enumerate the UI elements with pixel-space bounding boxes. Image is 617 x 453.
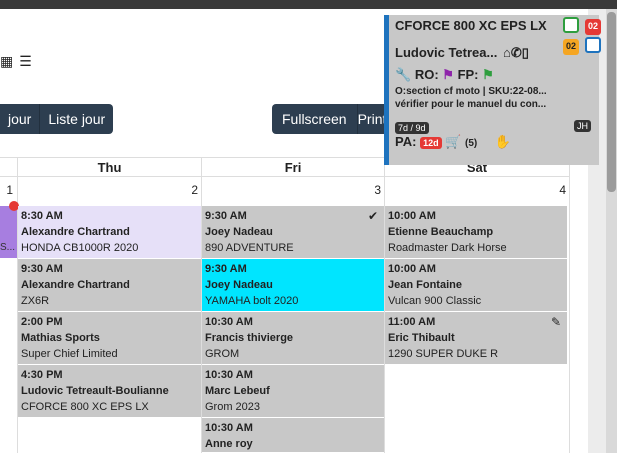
green-calendar-icon[interactable] <box>563 17 579 33</box>
calendar-event[interactable]: 9:30 AM Joey Nadeau YAMAHA bolt 2020 <box>202 259 384 312</box>
event-client: Ludovic Tetreault-Boulianne <box>21 385 169 397</box>
col-divider <box>569 177 570 453</box>
event-client: Alexandre Chartrand <box>21 279 130 291</box>
event-vehicle: ZX6R <box>21 295 50 307</box>
event-vehicle: Super Chief Limited <box>21 348 118 360</box>
top-bar <box>0 0 617 9</box>
ro-flag-icon: ⚑ <box>442 67 454 82</box>
days-tag: 7d / 9d <box>395 122 429 134</box>
event-time: 11:00 AM <box>388 316 436 328</box>
event-time: 9:30 AM <box>205 210 247 222</box>
event-client: Joey Nadeau <box>205 226 273 238</box>
day-number[interactable]: 3 <box>361 183 381 197</box>
event-time: 4:30 PM <box>21 369 63 381</box>
calendar-event[interactable]: 10:00 AM Etienne Beauchamp Roadmaster Da… <box>385 206 567 259</box>
calendar-event[interactable]: 4:30 PM Ludovic Tetreault-Boulianne CFOR… <box>18 365 201 418</box>
event-time: 2:00 PM <box>21 316 63 328</box>
orange-calendar-badge[interactable]: 02 <box>563 39 579 55</box>
red-calendar-badge[interactable]: 02 <box>585 19 601 35</box>
event-vehicle: 1290 SUPER DUKE R <box>388 348 499 360</box>
blue-calendar-icon[interactable] <box>585 37 601 53</box>
col-header-thu: Thu <box>18 157 202 177</box>
pa-label: PA: <box>395 134 417 149</box>
event-vehicle: Grom 2023 <box>205 401 261 413</box>
event-vehicle: GROM <box>205 348 240 360</box>
event-client: Marc Lebeuf <box>205 385 270 397</box>
ro-label: RO: <box>414 67 439 82</box>
event-vehicle: CFORCE 800 XC EPS LX <box>21 401 149 413</box>
day-number[interactable]: 4 <box>546 183 566 197</box>
event-vehicle: YAMAHA bolt 2020 <box>205 295 299 307</box>
fullscreen-button[interactable]: Fullscreen <box>272 104 357 134</box>
event-detail-popup[interactable]: CFORCE 800 XC EPS LX Ludovic Tetrea... ⌂… <box>384 15 601 165</box>
day-view-button[interactable]: jour <box>0 104 40 134</box>
event-client: Alexandre Chartrand <box>21 226 130 238</box>
calendar-event[interactable]: 8:30 AM Alexandre Chartrand HONDA CB1000… <box>18 206 201 259</box>
phone-icon[interactable]: ✆ <box>511 45 522 60</box>
calendar-event[interactable]: 9:30 AM Joey Nadeau 890 ADVENTURE ✔ <box>202 206 384 259</box>
event-vehicle: HONDA CB1000R 2020 <box>21 242 139 254</box>
event-time: 10:30 AM <box>205 369 253 381</box>
event-time: 10:00 AM <box>388 210 436 222</box>
col-header-prev <box>0 157 18 177</box>
event-client: Etienne Beauchamp <box>388 226 494 238</box>
cart-icon[interactable]: 🛒 <box>445 134 461 149</box>
list-view-icon[interactable]: ☰ <box>19 53 32 70</box>
checkmark-icon: ✔ <box>367 209 378 223</box>
calendar-event[interactable]: 2:00 PM Mathias Sports Super Chief Limit… <box>18 312 201 365</box>
popup-pa-line: PA: 12d 🛒 (5) ✋ <box>395 134 593 150</box>
event-client: Jean Fontaine <box>388 279 462 291</box>
calendar-event[interactable]: 10:30 AM Marc Lebeuf Grom 2023 <box>202 365 384 418</box>
event-vehicle: Roadmaster Dark Horse <box>388 242 507 254</box>
cart-count: (5) <box>465 138 478 149</box>
event-client: Anne roy <box>205 438 253 450</box>
mobile-icon[interactable]: ▯ <box>522 45 529 60</box>
view-switcher: ▦ ☰ <box>0 53 38 70</box>
scrollbar-thumb[interactable] <box>607 12 616 192</box>
pencil-icon[interactable]: ✎ <box>551 314 561 330</box>
event-time: 10:00 AM <box>388 263 436 275</box>
popup-owner-name: Ludovic Tetrea... <box>395 45 498 60</box>
popup-note-line: vérifier pour le manuel du con... <box>395 99 547 110</box>
calendar-event[interactable]: 11:00 AM Eric Thibault 1290 SUPER DUKE R… <box>385 312 567 365</box>
event-time: 10:30 AM <box>205 422 253 434</box>
calendar-event[interactable]: 10:30 AM Francis thivierge GROM <box>202 312 384 365</box>
pa-days-tag: 12d <box>420 137 442 149</box>
wrench-icon: 🔧 <box>395 67 412 82</box>
event-client: Joey Nadeau <box>205 279 273 291</box>
popup-ro-line: 🔧 RO: ⚑ FP: ⚑ <box>395 67 593 83</box>
event-client: Eric Thibault <box>388 332 455 344</box>
grid-view-icon[interactable]: ▦ <box>0 53 13 70</box>
fp-label: FP: <box>457 67 479 82</box>
action-button-group: Fullscreen Print <box>272 104 393 134</box>
calendar-event[interactable]: 10:30 AM Anne roy <box>202 418 384 453</box>
calendar-event[interactable]: 10:00 AM Jean Fontaine Vulcan 900 Classi… <box>385 259 567 312</box>
calendar-event[interactable]: 9:30 AM Alexandre Chartrand ZX6R <box>18 259 201 312</box>
home-icon[interactable]: ⌂ <box>503 45 511 60</box>
calendar-event[interactable]: S... <box>0 206 17 259</box>
popup-section-line: O:section cf moto | SKU:22-08... <box>395 86 547 97</box>
day-number[interactable]: 1 <box>0 183 13 197</box>
event-client: Mathias Sports <box>21 332 100 344</box>
event-partial-text: S... <box>0 242 16 253</box>
event-client: Francis thivierge <box>205 332 294 344</box>
col-header-fri: Fri <box>202 157 385 177</box>
event-time: 8:30 AM <box>21 210 63 222</box>
list-day-button[interactable]: Liste jour <box>39 104 114 134</box>
fp-flag-icon: ⚑ <box>482 67 494 82</box>
view-button-group: jour Liste jour <box>0 104 114 134</box>
event-time: 10:30 AM <box>205 316 253 328</box>
event-time: 9:30 AM <box>205 263 247 275</box>
event-time: 9:30 AM <box>21 263 63 275</box>
event-vehicle: 890 ADVENTURE <box>205 242 294 254</box>
tech-initials-badge: JH <box>574 120 591 132</box>
event-vehicle: Vulcan 900 Classic <box>388 295 482 307</box>
thumbs-icon[interactable]: ✋ <box>495 134 511 149</box>
day-number[interactable]: 2 <box>178 183 198 197</box>
